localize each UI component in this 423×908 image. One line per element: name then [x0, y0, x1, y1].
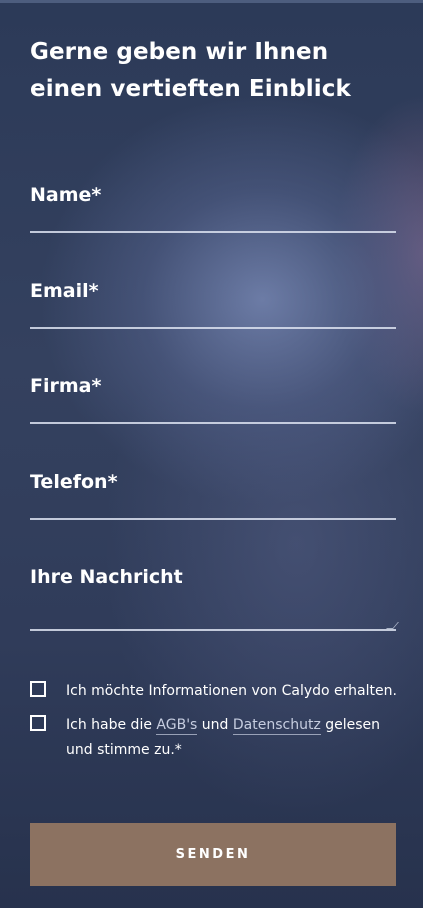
message-field[interactable]: Ihre Nachricht — [30, 566, 400, 631]
phone-field[interactable]: Telefon* — [30, 471, 400, 520]
name-input[interactable] — [30, 184, 400, 233]
privacy-link[interactable]: Datenschutz — [232, 717, 321, 735]
agb-link[interactable]: AGB's — [156, 717, 198, 735]
terms-text-before: Ich habe die — [66, 717, 157, 733]
terms-consent-text: Ich habe die AGB's und Datenschutz geles… — [66, 713, 402, 763]
company-field[interactable]: Firma* — [30, 375, 400, 424]
contact-form-panel: Gerne geben wir Ihnen einen vertieften E… — [0, 0, 423, 908]
newsletter-consent-text: Ich möchte Informationen von Calydo erha… — [66, 683, 397, 699]
send-button[interactable]: SENDEN — [30, 823, 396, 886]
form-heading: Gerne geben wir Ihnen einen vertieften E… — [30, 39, 351, 102]
newsletter-checkbox[interactable] — [30, 681, 46, 697]
email-input[interactable] — [30, 280, 400, 329]
message-textarea[interactable] — [30, 566, 400, 631]
newsletter-consent-row: Ich möchte Informationen von Calydo erha… — [30, 679, 400, 704]
terms-consent-row: Ich habe die AGB's und Datenschutz geles… — [30, 713, 400, 763]
company-input[interactable] — [30, 375, 400, 424]
top-divider — [0, 0, 423, 3]
terms-checkbox[interactable] — [30, 715, 46, 731]
phone-input[interactable] — [30, 471, 400, 520]
name-field[interactable]: Name* — [30, 184, 400, 233]
email-field[interactable]: Email* — [30, 280, 400, 329]
terms-text-mid: und — [197, 717, 233, 733]
